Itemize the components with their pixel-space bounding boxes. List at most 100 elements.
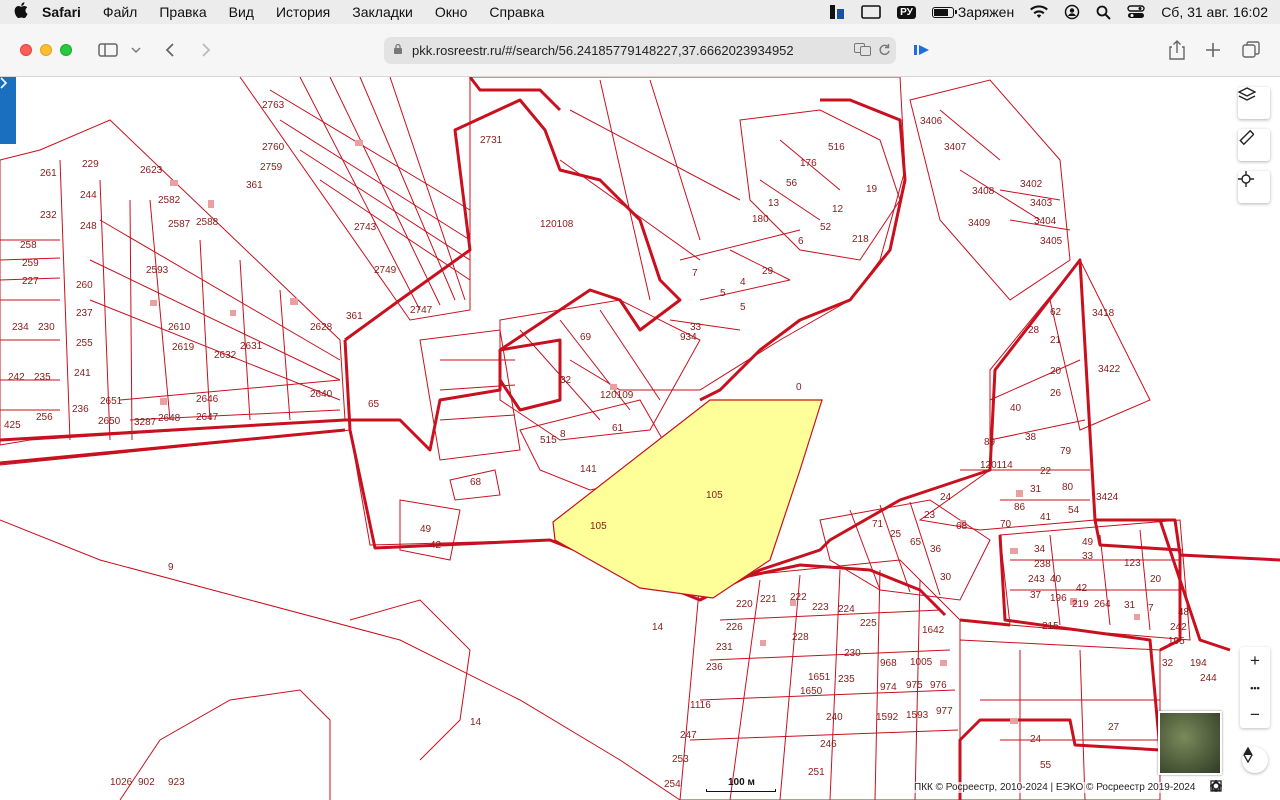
- svg-text:48: 48: [1178, 607, 1190, 618]
- zoom-window-button[interactable]: [60, 44, 72, 56]
- scale-label: 100 м: [728, 777, 755, 788]
- svg-text:515: 515: [540, 435, 557, 446]
- menubar-clock[interactable]: Сб, 31 авг. 16:02: [1153, 4, 1280, 20]
- svg-text:38: 38: [1025, 432, 1037, 443]
- zoom-controls: + ••• −: [1240, 647, 1270, 728]
- svg-text:2763: 2763: [262, 100, 285, 111]
- svg-text:49: 49: [420, 524, 432, 535]
- menu-view[interactable]: Вид: [218, 4, 265, 20]
- battery-status[interactable]: Заряжен: [924, 4, 1022, 20]
- address-bar[interactable]: pkk.rosreestr.ru/#/search/56.24185779148…: [384, 37, 896, 64]
- menu-history[interactable]: История: [265, 4, 341, 20]
- control-center-icon[interactable]: [1119, 5, 1153, 19]
- svg-text:1592: 1592: [876, 712, 899, 723]
- svg-text:232: 232: [40, 210, 57, 221]
- compass-button[interactable]: [1242, 747, 1268, 773]
- basemap-switcher-thumbnail[interactable]: [1158, 711, 1222, 775]
- map-copyright: ПКК © Росреестр, 2010-2024 | ЕЭКО © Роср…: [912, 782, 1198, 793]
- browser-toolbar: pkk.rosreestr.ru/#/search/56.24185779148…: [0, 24, 1280, 77]
- svg-text:264: 264: [1094, 599, 1111, 610]
- back-button[interactable]: [158, 38, 182, 62]
- svg-text:2610: 2610: [168, 322, 191, 333]
- svg-text:62: 62: [1050, 307, 1062, 318]
- svg-text:5: 5: [720, 288, 726, 299]
- svg-text:3404: 3404: [1034, 216, 1057, 227]
- app-menu-safari[interactable]: Safari: [42, 4, 92, 20]
- user-icon[interactable]: [1056, 4, 1088, 20]
- menu-help[interactable]: Справка: [478, 4, 555, 20]
- measure-button[interactable]: [1238, 129, 1270, 161]
- svg-text:14: 14: [652, 622, 664, 633]
- extension-button[interactable]: [910, 38, 934, 62]
- menu-window[interactable]: Окно: [424, 4, 479, 20]
- svg-text:68: 68: [470, 477, 482, 488]
- forward-button[interactable]: [194, 38, 218, 62]
- zoom-in-button[interactable]: +: [1240, 647, 1270, 674]
- input-source-indicator[interactable]: РУ: [889, 5, 924, 19]
- svg-text:2749: 2749: [374, 265, 397, 276]
- more-options-button[interactable]: •••: [1240, 674, 1270, 701]
- svg-text:3418: 3418: [1092, 308, 1115, 319]
- zoom-out-button[interactable]: −: [1240, 701, 1270, 728]
- svg-text:2760: 2760: [262, 142, 285, 153]
- share-button[interactable]: [1165, 38, 1189, 62]
- svg-text:2588: 2588: [196, 217, 219, 228]
- svg-text:1593: 1593: [906, 710, 929, 721]
- apple-menu-icon[interactable]: [0, 1, 42, 23]
- svg-text:923: 923: [168, 777, 185, 788]
- svg-text:14: 14: [470, 717, 482, 728]
- tab-overview-button[interactable]: [1239, 38, 1263, 62]
- svg-text:974: 974: [880, 682, 897, 693]
- svg-text:2640: 2640: [310, 389, 333, 400]
- svg-text:120114: 120114: [980, 460, 1013, 471]
- svg-text:2650: 2650: [98, 416, 121, 427]
- svg-text:180: 180: [752, 214, 769, 225]
- svg-text:1651: 1651: [808, 672, 831, 683]
- svg-text:196: 196: [1050, 593, 1067, 604]
- sidebar-toggle-button[interactable]: [96, 38, 120, 62]
- translate-icon[interactable]: [854, 42, 872, 59]
- svg-text:2647: 2647: [196, 412, 219, 423]
- chevron-left-icon: [165, 43, 174, 57]
- minimize-window-button[interactable]: [40, 44, 52, 56]
- status-app-icon[interactable]: [821, 4, 853, 20]
- svg-text:20: 20: [1050, 366, 1062, 377]
- close-window-button[interactable]: [20, 44, 32, 56]
- svg-text:5: 5: [740, 302, 746, 313]
- locate-button[interactable]: [1238, 171, 1270, 203]
- svg-text:89: 89: [984, 437, 996, 448]
- svg-text:261: 261: [40, 168, 57, 179]
- menu-edit[interactable]: Правка: [148, 4, 217, 20]
- reload-icon[interactable]: [878, 43, 891, 59]
- svg-text:71: 71: [872, 519, 884, 530]
- map-canvas[interactable]: 229261244232 248258259227 260237255241 2…: [0, 77, 1280, 800]
- svg-text:79: 79: [1060, 446, 1072, 457]
- svg-text:227: 227: [22, 276, 39, 287]
- svg-text:215: 215: [1042, 621, 1059, 632]
- svg-text:248: 248: [80, 221, 97, 232]
- side-panel-toggle[interactable]: [0, 77, 16, 144]
- screen-mirror-icon[interactable]: [853, 4, 889, 20]
- svg-text:2619: 2619: [172, 342, 195, 353]
- svg-text:229: 229: [82, 159, 99, 170]
- svg-text:6: 6: [798, 236, 804, 247]
- battery-icon: [931, 6, 957, 18]
- tab-group-dropdown-button[interactable]: [124, 38, 148, 62]
- svg-text:3408: 3408: [972, 186, 995, 197]
- layers-button[interactable]: [1238, 87, 1270, 119]
- menu-bookmarks[interactable]: Закладки: [341, 4, 424, 20]
- menu-file[interactable]: Файл: [92, 4, 148, 20]
- svg-text:2651: 2651: [100, 396, 123, 407]
- svg-text:260: 260: [76, 280, 93, 291]
- spotlight-search-icon[interactable]: [1088, 5, 1119, 20]
- url-text[interactable]: pkk.rosreestr.ru/#/search/56.24185779148…: [412, 43, 850, 58]
- svg-text:975: 975: [906, 680, 923, 691]
- input-source-label: РУ: [897, 5, 916, 19]
- menu-bar: Safari Файл Правка Вид История Закладки …: [0, 0, 1280, 24]
- new-tab-button[interactable]: [1201, 38, 1225, 62]
- cadastral-map[interactable]: 229 261 244 232 248 258 259 227 260 237 255 241 2…: [0, 77, 1280, 800]
- svg-text:2632: 2632: [214, 350, 237, 361]
- wifi-icon[interactable]: [1022, 5, 1056, 19]
- lock-icon: [384, 43, 412, 58]
- svg-text:976: 976: [930, 680, 947, 691]
